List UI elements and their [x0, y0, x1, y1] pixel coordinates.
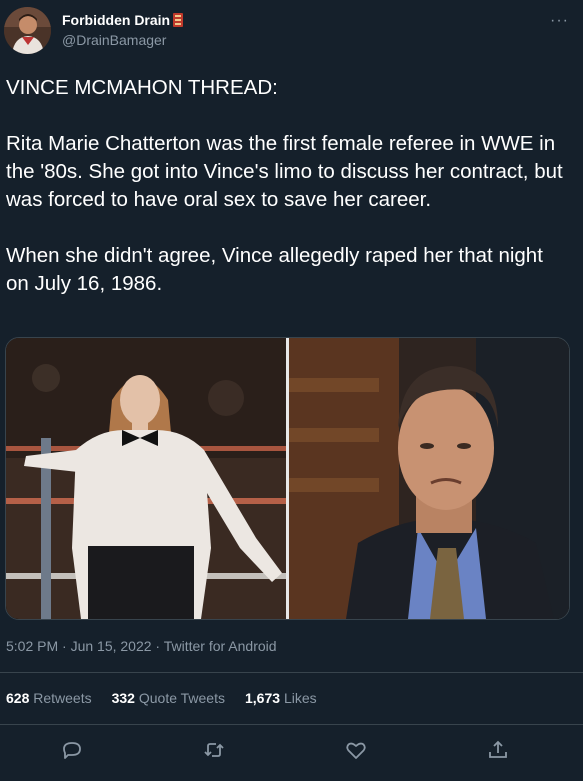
likes-count: 1,673: [245, 690, 281, 706]
like-button[interactable]: [344, 738, 370, 764]
reply-button[interactable]: [60, 738, 86, 764]
brick-emoji-icon: [173, 13, 184, 27]
quote-tweets-label: Quote Tweets: [138, 690, 225, 706]
tweet-stats: 628 Retweets 332 Quote Tweets 1,673 Like…: [6, 690, 317, 706]
display-name-text: Forbidden Drain: [62, 12, 171, 28]
likes-label: Likes: [283, 690, 317, 706]
tweet-timestamp[interactable]: 5:02 PM · Jun 15, 2022 · Twitter for And…: [6, 638, 277, 654]
divider-top: [0, 672, 583, 673]
share-icon: [489, 740, 507, 758]
tweet-media[interactable]: [5, 337, 570, 620]
quote-tweets-stat[interactable]: 332 Quote Tweets: [112, 690, 225, 706]
retweets-count: 628: [6, 690, 30, 706]
avatar-image: [4, 7, 51, 54]
display-name[interactable]: Forbidden Drain: [62, 12, 184, 28]
photo-right: [289, 338, 569, 619]
quote-tweets-count: 332: [111, 690, 135, 706]
avatar[interactable]: [4, 7, 51, 54]
likes-stat[interactable]: 1,673 Likes: [245, 690, 317, 706]
divider-bottom: [0, 724, 583, 725]
like-icon: [346, 742, 366, 759]
retweet-icon: [204, 743, 224, 757]
more-options-icon[interactable]: ···: [550, 12, 569, 30]
share-button[interactable]: [486, 738, 512, 764]
reply-icon: [63, 742, 81, 759]
user-handle[interactable]: @DrainBamager: [62, 32, 166, 48]
tweet-header: Forbidden Drain @DrainBamager ···: [0, 0, 583, 62]
media-photos: [6, 338, 569, 619]
tweet-text: VINCE MCMAHON THREAD: Rita Marie Chatter…: [6, 76, 563, 295]
retweets-label: Retweets: [33, 690, 92, 706]
retweets-stat[interactable]: 628 Retweets: [6, 690, 92, 706]
photo-left: [6, 338, 286, 619]
tweet-actions: [0, 728, 583, 772]
retweet-button[interactable]: [202, 738, 228, 764]
